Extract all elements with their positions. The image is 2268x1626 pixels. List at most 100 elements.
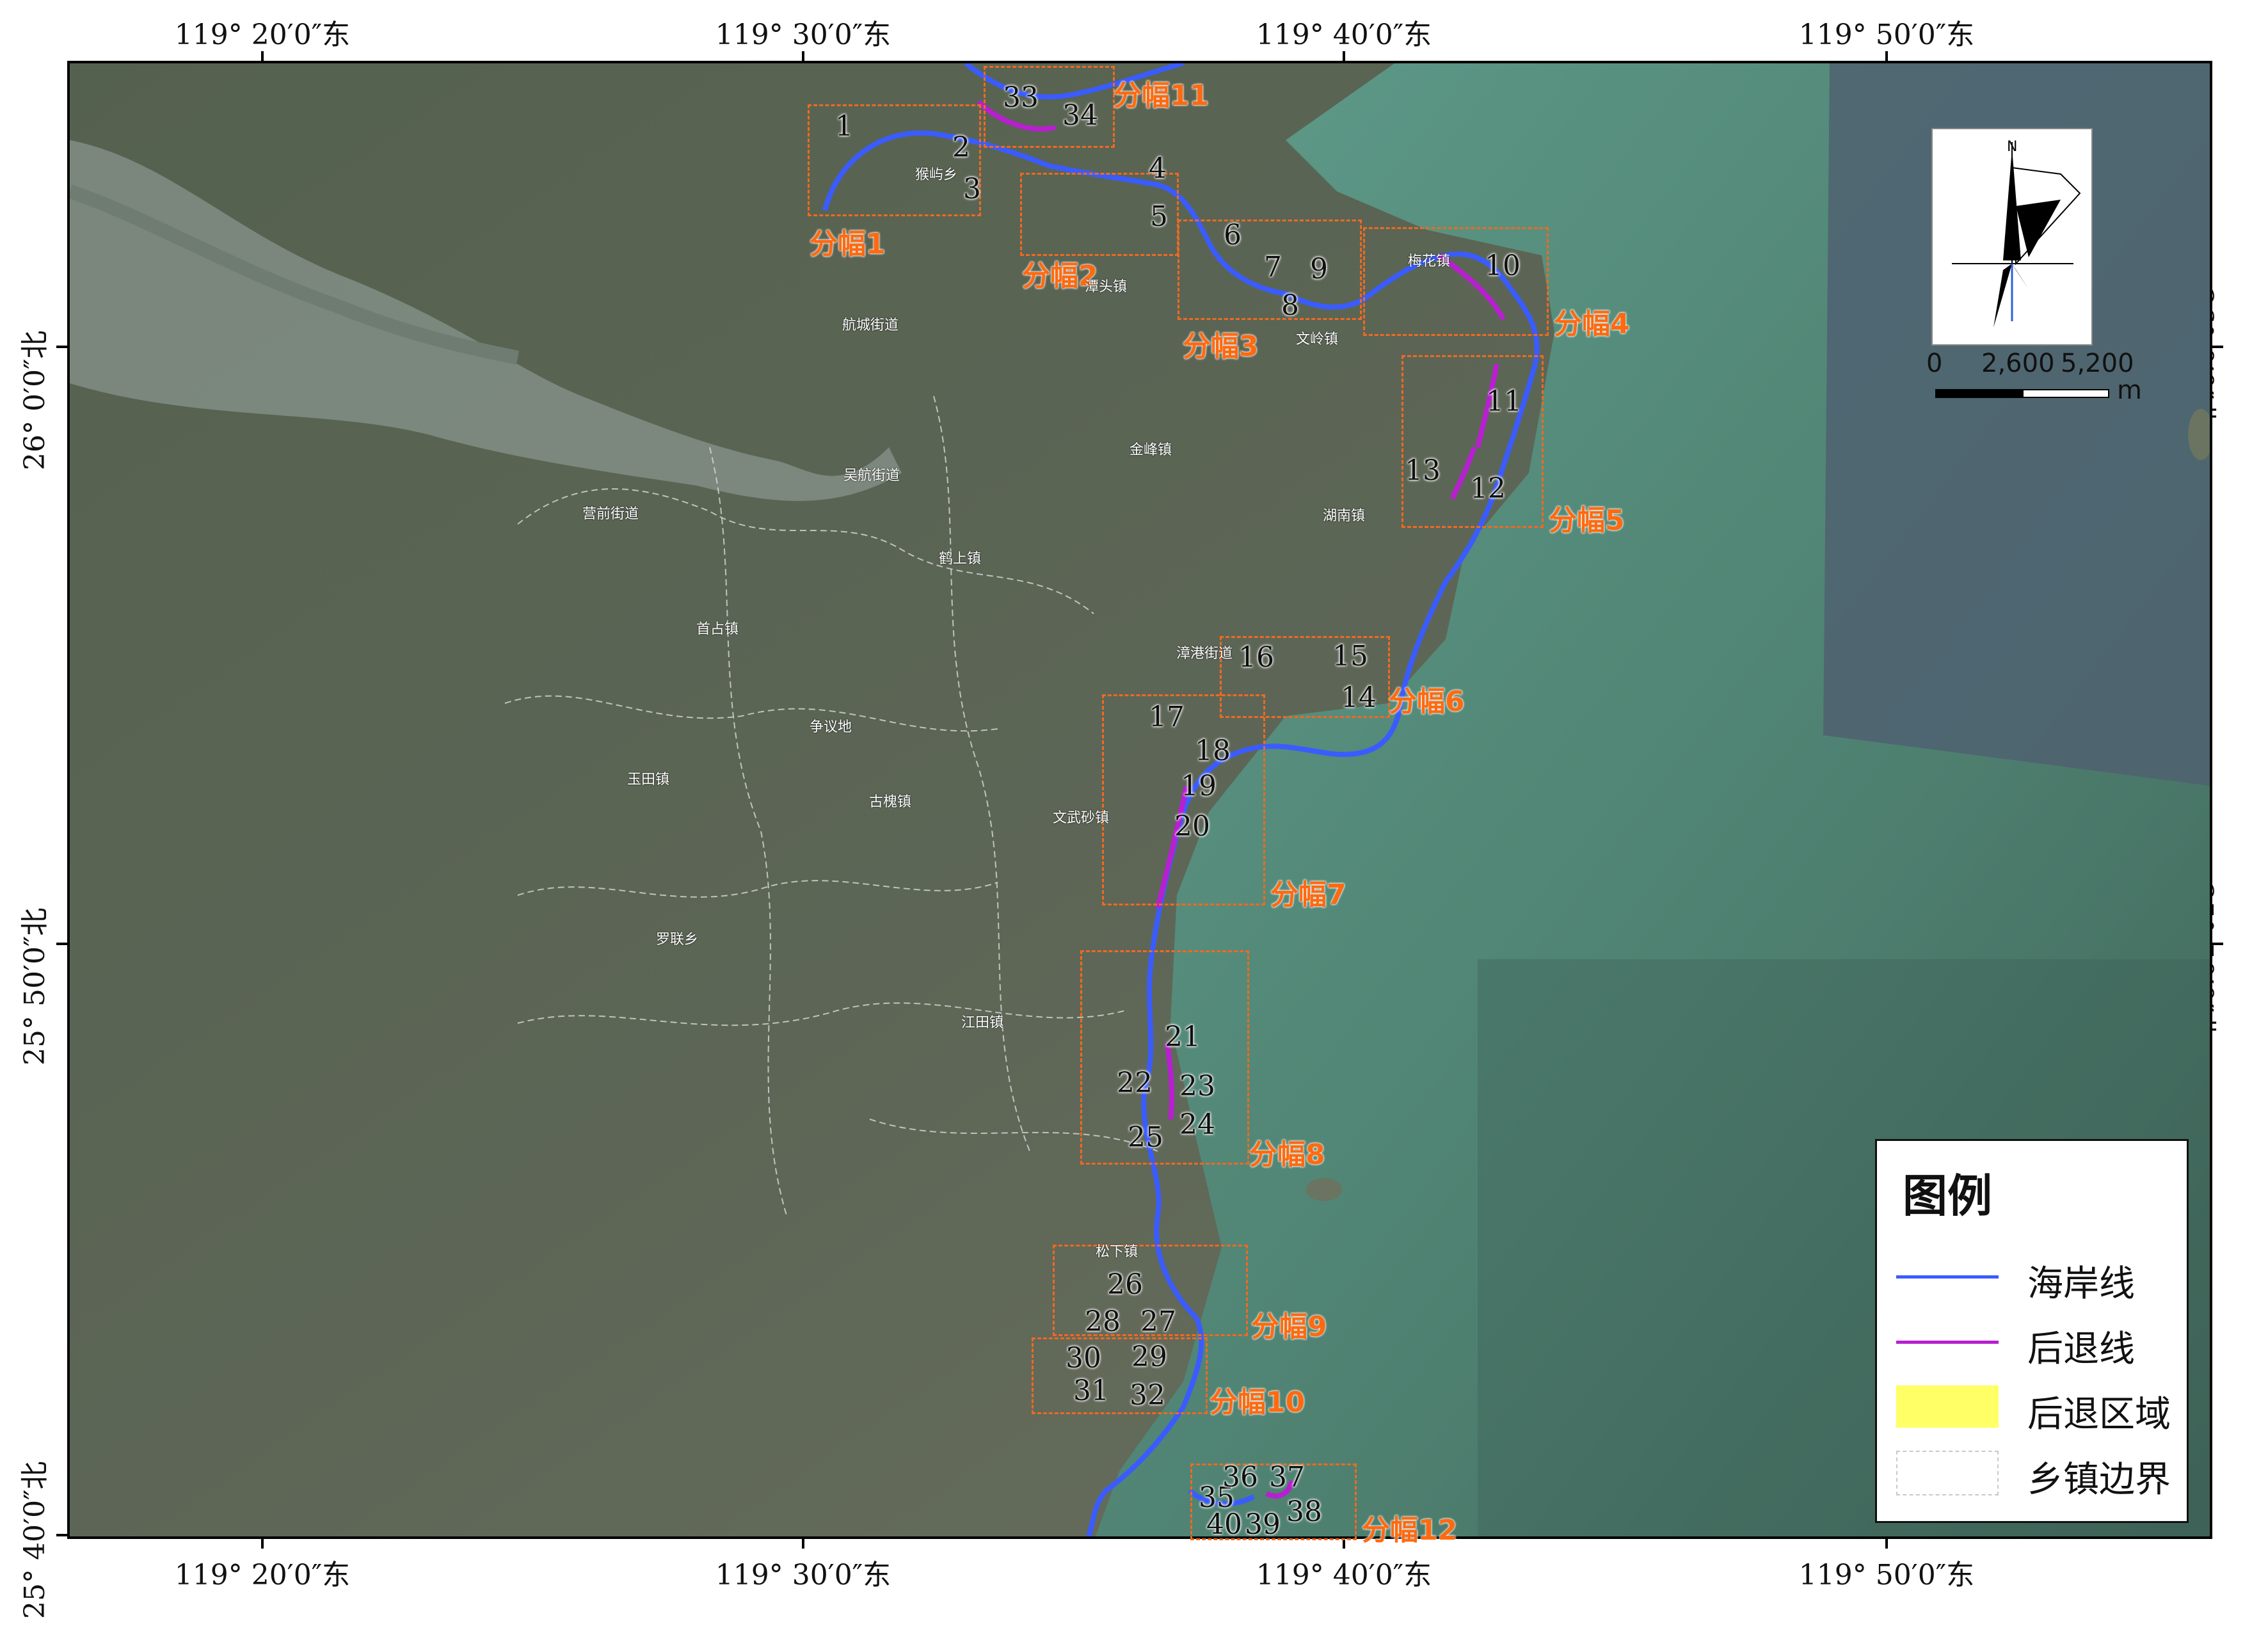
legend-label: 乡镇边界: [2027, 1459, 2171, 1501]
tick-mark: [1343, 1539, 1345, 1549]
legend-item-retreat-area: 后退区域: [1896, 1380, 2178, 1435]
town-label: 航城街道: [842, 317, 899, 333]
lat-label-left-3: 25° 40′0″北: [19, 1461, 51, 1619]
scale-tick-2600: 2,600: [1981, 349, 2055, 378]
tick-mark: [261, 1539, 264, 1549]
segment-number: 23: [1179, 1070, 1215, 1103]
tick-mark: [802, 51, 804, 61]
north-arrow: N: [1931, 128, 2093, 346]
lon-label-bottom-3: 119° 40′0″东: [1256, 1559, 1432, 1591]
tick-mark: [1343, 51, 1345, 61]
island: [1306, 1178, 1342, 1201]
segment-number: 13: [1405, 454, 1441, 487]
sheet-label[interactable]: 分幅5: [1549, 497, 1625, 538]
segment-number: 30: [1066, 1342, 1101, 1375]
sheet-label[interactable]: 分幅1: [810, 221, 886, 262]
town-label: 松下镇: [1096, 1244, 1138, 1260]
sheet-label[interactable]: 分幅8: [1249, 1131, 1325, 1172]
sheet-label[interactable]: 分幅6: [1389, 678, 1465, 719]
segment-number: 39: [1245, 1508, 1281, 1541]
segment-number: 2: [952, 131, 970, 164]
town-label: 湖南镇: [1323, 508, 1366, 524]
sheet-label[interactable]: 分幅11: [1114, 72, 1209, 113]
segment-number: 25: [1128, 1121, 1163, 1154]
segment-number: 9: [1310, 253, 1328, 285]
town-label: 潭头镇: [1085, 279, 1128, 295]
town-label: 营前街道: [582, 506, 639, 522]
sheet-label[interactable]: 分幅3: [1183, 323, 1259, 364]
north-label: N: [2007, 139, 2017, 155]
tick-mark: [56, 943, 67, 945]
sheet-label[interactable]: 分幅12: [1362, 1507, 1457, 1548]
sheet-label[interactable]: 分幅4: [1554, 301, 1630, 342]
segment-number: 37: [1269, 1461, 1305, 1494]
legend-label: 后退线: [2027, 1328, 2135, 1370]
segment-number: 6: [1224, 219, 1242, 251]
lon-label-top-2: 119° 30′0″东: [715, 19, 891, 51]
segment-number: 7: [1264, 251, 1282, 283]
segment-number: 38: [1286, 1495, 1322, 1528]
segment-number: 28: [1085, 1305, 1121, 1338]
tick-mark: [2212, 943, 2223, 945]
sheet-box[interactable]: [1032, 1337, 1208, 1414]
town-label: 鹤上镇: [939, 551, 982, 567]
segment-number: 34: [1062, 99, 1098, 132]
segment-number: 26: [1107, 1268, 1143, 1301]
tick-mark: [802, 1539, 804, 1549]
tick-mark: [56, 346, 67, 348]
lon-label-bottom-1: 119° 20′0″东: [174, 1559, 351, 1591]
segment-number: 20: [1174, 810, 1210, 843]
segment-number: 11: [1486, 385, 1522, 418]
tick-mark: [261, 51, 264, 61]
lon-label-top-4: 119° 50′0″东: [1798, 19, 1975, 51]
segment-number: 22: [1117, 1067, 1153, 1099]
segment-number: 21: [1165, 1021, 1201, 1053]
segment-number: 32: [1130, 1379, 1165, 1412]
sheet-label[interactable]: 分幅7: [1270, 872, 1346, 913]
segment-number: 36: [1222, 1461, 1258, 1494]
legend-item-retreat-line: 后退线: [1896, 1315, 2178, 1370]
scale-bar: 0 2,600 5,200 m: [1926, 342, 2142, 413]
tick-mark: [56, 1534, 67, 1536]
line-swatch-icon: [1896, 1275, 1999, 1279]
lon-label-bottom-2: 119° 30′0″东: [715, 1559, 891, 1591]
segment-number: 10: [1485, 250, 1521, 282]
town-label: 玉田镇: [627, 772, 670, 788]
town-label: 吴航街道: [843, 468, 900, 484]
scale-tick-0: 0: [1926, 349, 1943, 378]
segment-number: 15: [1332, 640, 1368, 673]
legend-item-coastline: 海岸线: [1896, 1250, 2178, 1305]
town-label: 江田镇: [961, 1015, 1004, 1031]
sheet-box[interactable]: [1363, 227, 1549, 336]
segment-number: 27: [1140, 1305, 1176, 1338]
segment-number: 40: [1206, 1508, 1242, 1541]
scale-segment-light: [2022, 389, 2109, 398]
town-label: 古槐镇: [869, 794, 912, 810]
segment-number: 8: [1281, 289, 1299, 322]
legend-item-town-boundary: 乡镇边界: [1896, 1446, 2178, 1501]
segment-number: 18: [1195, 735, 1231, 767]
town-label: 首占镇: [696, 621, 739, 637]
town-label: 猴屿乡: [915, 167, 958, 183]
town-label: 漳港街道: [1176, 646, 1233, 662]
segment-number: 29: [1131, 1341, 1167, 1373]
town-label: 文武砂镇: [1053, 810, 1110, 826]
segment-number: 17: [1149, 701, 1185, 733]
segment-number: 31: [1073, 1375, 1109, 1407]
sheet-box[interactable]: [1080, 950, 1249, 1165]
segment-number: 14: [1341, 681, 1377, 714]
segment-number: 4: [1149, 152, 1167, 185]
segment-number: 33: [1003, 81, 1039, 114]
town-label: 金峰镇: [1130, 442, 1172, 458]
segment-number: 24: [1179, 1108, 1215, 1141]
lon-label-top-1: 119° 20′0″东: [174, 19, 351, 51]
sheet-label[interactable]: 分幅10: [1210, 1379, 1305, 1420]
tick-mark: [2212, 346, 2223, 348]
compass-icon: N: [1952, 139, 2081, 328]
sheet-label[interactable]: 分幅9: [1251, 1303, 1327, 1344]
lon-label-top-3: 119° 40′0″东: [1256, 19, 1432, 51]
segment-number: 3: [963, 173, 981, 205]
segment-number: 16: [1238, 641, 1274, 674]
town-label: 梅花镇: [1408, 253, 1451, 269]
segment-number: 5: [1150, 200, 1168, 233]
